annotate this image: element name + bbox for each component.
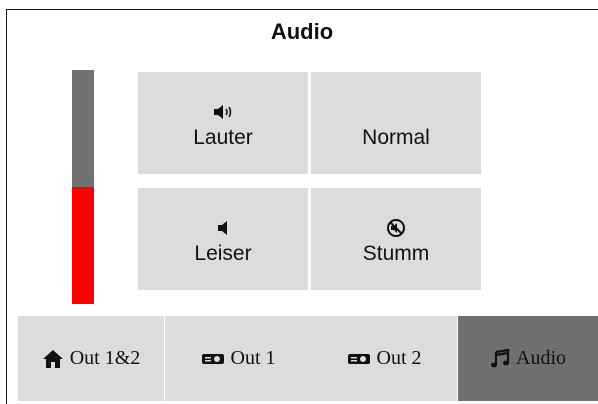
volume-down-icon [138,218,308,238]
projector-icon [347,352,371,366]
tab-audio-label: Audio [516,347,566,369]
tab-out-1-2-label: Out 1&2 [69,347,141,369]
volume-up-label: Lauter [193,126,253,149]
tab-audio[interactable]: Audio [458,316,598,401]
mute-button[interactable]: Stumm [311,188,481,290]
tab-out-1[interactable]: Out 1 [165,316,311,401]
volume-normal-button[interactable]: Normal [311,72,481,174]
mute-label: Stumm [362,242,430,265]
volume-meter-fill [72,187,94,304]
tab-out-2[interactable]: Out 2 [311,316,457,401]
volume-down-label: Leiser [194,242,252,265]
home-icon [42,349,64,369]
volume-up-icon [138,102,308,122]
volume-meter [72,70,94,304]
mute-icon [311,218,481,238]
projector-icon [201,352,225,366]
page-title: Audio [270,19,334,44]
volume-up-button[interactable]: Lauter [138,72,308,174]
tab-out-2-label: Out 2 [376,347,422,369]
volume-normal-label: Normal [362,126,430,149]
music-note-icon [490,348,510,369]
tab-out-1-2[interactable]: Out 1&2 [18,316,164,401]
volume-down-button[interactable]: Leiser [138,188,308,290]
tab-out-1-label: Out 1 [230,347,276,369]
